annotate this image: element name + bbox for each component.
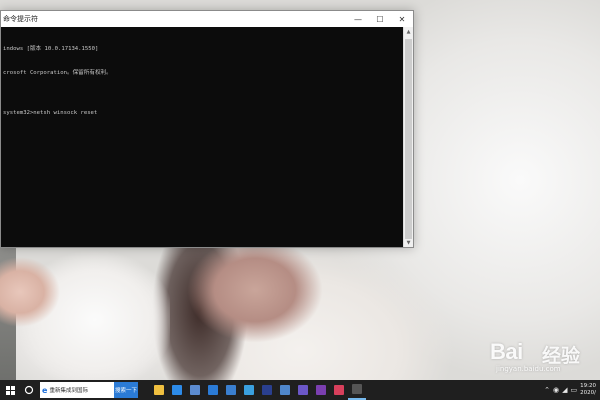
taskbar-app-media[interactable] [330, 380, 348, 400]
taskbar-app-screenshot[interactable] [240, 380, 258, 400]
console-scrollbar[interactable]: ▲ ▼ [403, 27, 413, 247]
system-tray: ⌃ ◉ ◢ ▭ 19:20 2020/ [544, 383, 600, 397]
taskbar-app-qq[interactable] [222, 380, 240, 400]
scroll-up-icon[interactable]: ▲ [404, 27, 413, 36]
search-button[interactable]: 搜索一下 [114, 382, 138, 398]
taskbar-search-input[interactable]: e 重新集成到国际 [40, 382, 114, 398]
console-line: indows [版本 10.0.17134.1550] [3, 46, 99, 52]
clock[interactable]: 19:20 2020/ [580, 383, 596, 397]
console-line: crosoft Corporation。保留所有权利。 [3, 70, 112, 76]
photoshop-icon [262, 385, 272, 395]
cmd-icon [352, 384, 362, 394]
taskbar-app-cmd[interactable] [348, 380, 366, 400]
taskbar-apps [150, 380, 366, 400]
start-button[interactable] [0, 380, 20, 400]
watermark-url: jingyan.baidu.com [496, 365, 561, 373]
media-icon [334, 385, 344, 395]
baidu-watermark: Bai 经验 jingyan.baidu.com [488, 325, 600, 380]
file-explorer-icon [154, 385, 164, 395]
edge-icon [208, 385, 218, 395]
chevron-up-icon[interactable]: ⌃ [544, 386, 550, 394]
premiere-icon [316, 385, 326, 395]
console-command-line: system32>netsh winsock reset [3, 110, 98, 116]
windows-logo-icon [5, 385, 15, 395]
ie-icon: e [42, 385, 48, 395]
taskbar-app-ps-alt[interactable] [294, 380, 312, 400]
photos-icon [190, 385, 200, 395]
taskbar-app-mail[interactable] [276, 380, 294, 400]
taskbar-app-photoshop[interactable] [258, 380, 276, 400]
taskbar: e 重新集成到国际 搜索一下 ⌃ ◉ ◢ ▭ 19:20 2020/ [0, 380, 600, 400]
taskbar-app-store[interactable] [168, 380, 186, 400]
search-text: 重新集成到国际 [49, 388, 88, 394]
circle-icon [24, 385, 34, 395]
scroll-down-icon[interactable]: ▼ [404, 238, 413, 247]
maximize-button[interactable]: ☐ [369, 11, 391, 27]
taskbar-app-edge[interactable] [204, 380, 222, 400]
taskbar-app-premiere[interactable] [312, 380, 330, 400]
watermark-brand: Bai [490, 339, 523, 364]
ps-alt-icon [298, 385, 308, 395]
qq-icon [226, 385, 236, 395]
taskbar-app-photos[interactable] [186, 380, 204, 400]
battery-icon[interactable]: ▭ [571, 386, 578, 394]
scrollbar-thumb[interactable] [405, 39, 412, 239]
mail-icon [280, 385, 290, 395]
close-button[interactable]: ✕ [391, 11, 413, 27]
wallpaper-hand [0, 252, 60, 332]
store-icon [172, 385, 182, 395]
clock-date: 2020/ [580, 390, 596, 396]
volume-icon[interactable]: ◢ [562, 386, 567, 394]
cortana-icon[interactable] [20, 380, 38, 400]
command-prompt-window[interactable]: 命令提示符 — ☐ ✕ indows [版本 10.0.17134.1550] … [0, 10, 414, 248]
console-output[interactable]: indows [版本 10.0.17134.1550] crosoft Corp… [1, 27, 404, 247]
taskbar-app-file-explorer[interactable] [150, 380, 168, 400]
window-title: 命令提示符 [3, 15, 38, 23]
screenshot-icon [244, 385, 254, 395]
minimize-button[interactable]: — [347, 11, 369, 27]
clock-time: 19:20 [580, 383, 596, 389]
network-icon[interactable]: ◉ [553, 386, 559, 394]
watermark-sub: 经验 [542, 345, 581, 367]
window-titlebar[interactable]: 命令提示符 — ☐ ✕ [1, 11, 413, 27]
